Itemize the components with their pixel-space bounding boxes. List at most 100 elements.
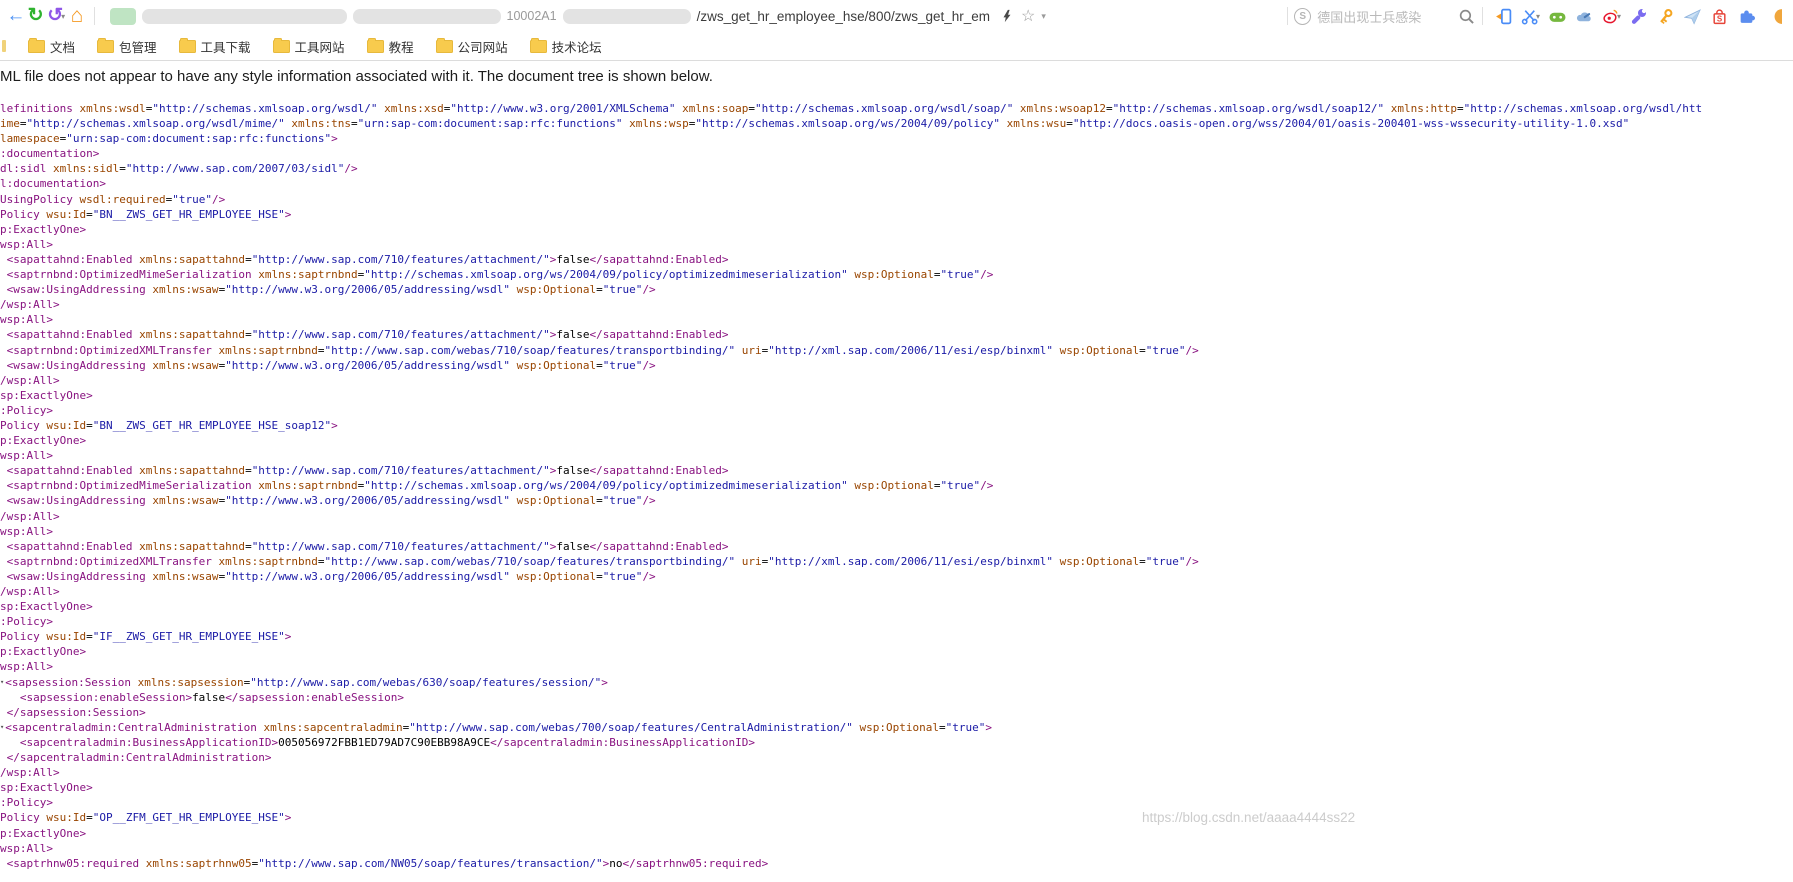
bookmark-label: 技术论坛 [552, 37, 602, 56]
xml-line: p:ExactlyOne> [0, 222, 1793, 237]
xml-line: <sapattahnd:Enabled xmlns:sapattahnd="ht… [0, 252, 1793, 267]
cloud-note-button[interactable] [1571, 4, 1598, 28]
send-to-phone-icon [1495, 8, 1512, 25]
bookmark-folder-item[interactable]: 工具下载 [179, 37, 251, 56]
bookmark-label: 文档 [50, 37, 75, 56]
weibo-button[interactable]: ▾ [1598, 4, 1625, 28]
wrench-tools-button[interactable] [1625, 4, 1652, 28]
bookmark-folder-item[interactable]: 公司网站 [436, 37, 508, 56]
xml-no-style-notice: ML file does not appear to have any styl… [0, 68, 1793, 85]
bookmark-label: 公司网站 [458, 37, 508, 56]
refresh-button[interactable]: ↻ [26, 0, 46, 32]
puzzle-extension-icon [1738, 8, 1755, 25]
shopping-bag-button[interactable]: S [1706, 4, 1733, 28]
xml-line: lamespace="urn:sap-com:document:sap:rfc:… [0, 131, 1793, 146]
puzzle-extension-button[interactable] [1733, 4, 1760, 28]
xml-line: p:ExactlyOne> [0, 644, 1793, 659]
xml-line: Policy wsu:Id="BN__ZWS_GET_HR_EMPLOYEE_H… [0, 418, 1793, 433]
url-text[interactable]: /zws_get_hr_employee_hse/800/zws_get_hr_… [697, 9, 990, 24]
xml-line: <saptrnbnd:OptimizedXMLTransfer xmlns:sa… [0, 554, 1793, 569]
xml-line: /wsp:All> [0, 297, 1793, 312]
bookmark-label: 教程 [389, 37, 414, 56]
hot-search-box[interactable]: S 德国出现士兵感染 [1294, 7, 1457, 26]
cloud-note-icon [1576, 8, 1593, 25]
search-button[interactable] [1457, 4, 1475, 28]
xml-line: <wsaw:UsingAddressing xmlns:wsaw="http:/… [0, 569, 1793, 584]
address-dropdown-caret-icon[interactable]: ▾ [1041, 11, 1046, 22]
browser-window: { "colors": { "xml_tag": "#881280", "xml… [0, 0, 1793, 882]
back-button[interactable]: ← [6, 0, 26, 32]
xml-line: p:ExactlyOne> [0, 433, 1793, 448]
browser-chrome: ← ↻ ↺ ▾ ⌂ 10002A1 /zws_get_hr_employee_h… [0, 0, 1793, 61]
xml-line: Policy wsu:Id="BN__ZWS_GET_HR_EMPLOYEE_H… [0, 207, 1793, 222]
xml-line: sp:ExactlyOne> [0, 780, 1793, 795]
undo-dropdown-caret-icon[interactable]: ▾ [61, 12, 65, 21]
xml-line: <sapattahnd:Enabled xmlns:sapattahnd="ht… [0, 327, 1793, 342]
game-controller-icon [1549, 8, 1566, 25]
xml-line: </sapcentraladmin:CentralAdministration> [0, 750, 1793, 765]
toolbar-divider [1482, 7, 1483, 25]
game-controller-button[interactable] [1544, 4, 1571, 28]
extensions-row: ▾ ▾ S [1490, 4, 1787, 28]
xml-line: wsp:All> [0, 312, 1793, 327]
xml-line: sp:ExactlyOne> [0, 388, 1793, 403]
collapse-toggle-icon[interactable]: ▾ [0, 723, 4, 731]
xml-line: Policy wsu:Id="OP__ZFM_GET_HR_EMPLOYEE_H… [0, 810, 1793, 825]
url-visible-fragment: 10002A1 [507, 9, 557, 23]
password-key-icon [1657, 8, 1674, 25]
speed-mode-lightning-icon[interactable] [1000, 8, 1014, 24]
xml-line: wsp:All> [0, 841, 1793, 856]
xml-line: <sapattahnd:Enabled xmlns:sapattahnd="ht… [0, 539, 1793, 554]
password-key-button[interactable] [1652, 4, 1679, 28]
address-bar[interactable]: 10002A1 /zws_get_hr_employee_hse/800/zws… [102, 3, 1280, 29]
xml-line: wsp:All> [0, 237, 1793, 252]
bookmark-folder-item[interactable]: 文档 [28, 37, 75, 56]
bookmark-folder-item[interactable]: 教程 [367, 37, 414, 56]
site-favicon-redacted [110, 8, 136, 25]
xml-line: l:documentation> [0, 176, 1793, 191]
xml-line: dl:sidl xmlns:sidl="http://www.sap.com/2… [0, 161, 1793, 176]
bookmark-star-icon[interactable]: ☆ [1021, 6, 1035, 26]
bookmark-folder-item[interactable]: 工具网站 [273, 37, 345, 56]
paper-plane-button[interactable] [1679, 4, 1706, 28]
xml-line: :Policy> [0, 403, 1793, 418]
send-to-phone-button[interactable] [1490, 4, 1517, 28]
dropdown-caret-icon[interactable]: ▾ [1536, 12, 1540, 21]
folder-icon [28, 40, 45, 53]
xml-line: UsingPolicy wsdl:required="true"/> [0, 192, 1793, 207]
bookmark-label: 包管理 [119, 37, 157, 56]
redacted-url-segment [142, 9, 347, 24]
xml-tree: lefinitions xmlns:wsdl="http://schemas.x… [0, 101, 1793, 871]
paper-plane-icon [1684, 8, 1701, 25]
page-content: ML file does not appear to have any styl… [0, 68, 1793, 871]
xml-line: p:ExactlyOne> [0, 826, 1793, 841]
xml-line: ime="http://schemas.xmlsoap.org/wsdl/mim… [0, 116, 1793, 131]
xml-line: <sapattahnd:Enabled xmlns:sapattahnd="ht… [0, 463, 1793, 478]
xml-line: /wsp:All> [0, 584, 1793, 599]
cut-off-extension-button[interactable] [1760, 4, 1787, 28]
home-button[interactable]: ⌂ [67, 0, 87, 32]
xml-line: wsp:All> [0, 524, 1793, 539]
redacted-url-segment [353, 9, 501, 24]
collapse-toggle-icon[interactable]: ▾ [0, 678, 4, 686]
bookmark-folder-item[interactable]: 包管理 [97, 37, 157, 56]
hot-search-text[interactable]: 德国出现士兵感染 [1317, 7, 1421, 26]
xml-line: <wsaw:UsingAddressing xmlns:wsaw="http:/… [0, 358, 1793, 373]
bookmark-folder-item[interactable]: 技术论坛 [530, 37, 602, 56]
xml-line: <wsaw:UsingAddressing xmlns:wsaw="http:/… [0, 493, 1793, 508]
cut-off-bookmark-icon[interactable] [2, 40, 6, 52]
svg-text:S: S [1717, 14, 1722, 23]
scissors-capture-button[interactable]: ▾ [1517, 4, 1544, 28]
xml-line: lefinitions xmlns:wsdl="http://schemas.x… [0, 101, 1793, 116]
xml-line: </sapsession:Session> [0, 705, 1793, 720]
redacted-url-segment [563, 9, 691, 24]
xml-line: ▾<sapsession:Session xmlns:sapsession="h… [0, 675, 1793, 690]
bookmark-label: 工具下载 [201, 37, 251, 56]
xml-line: <saptrhnw05:required xmlns:saptrhnw05="h… [0, 856, 1793, 871]
xml-line: :documentation> [0, 146, 1793, 161]
cut-off-extension-icon [1765, 8, 1782, 25]
xml-line: /wsp:All> [0, 765, 1793, 780]
dropdown-caret-icon[interactable]: ▾ [1617, 12, 1621, 21]
xml-line: wsp:All> [0, 659, 1793, 674]
xml-line: <saptrnbnd:OptimizedXMLTransfer xmlns:sa… [0, 343, 1793, 358]
